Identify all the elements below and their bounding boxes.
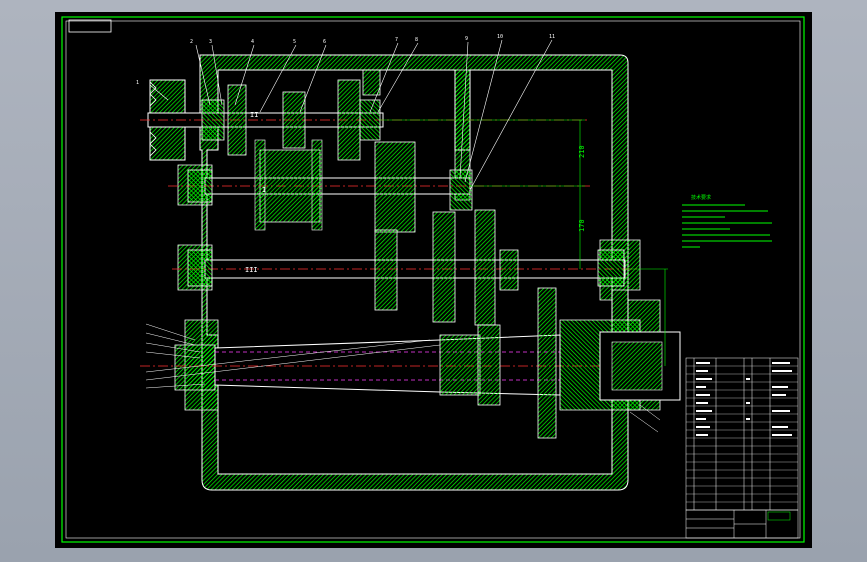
cad-drawing: 210 170 I II III 1 2 3 4 5 6 7 8 9 10 11 <box>55 12 812 548</box>
dimension-170: 170 <box>578 219 586 232</box>
callout-10: 10 <box>497 34 503 40</box>
callout-5: 5 <box>293 39 296 45</box>
callout-11: 11 <box>549 34 555 40</box>
callout-6: 6 <box>323 39 326 45</box>
shaft-label-iii: III <box>245 266 258 274</box>
cad-viewer: 210 170 I II III 1 2 3 4 5 6 7 8 9 10 11 <box>0 0 867 562</box>
callout-1: 1 <box>136 80 139 86</box>
dimension-210: 210 <box>578 145 586 158</box>
callout-9: 9 <box>465 36 468 42</box>
shaft-label-ii: II <box>250 111 258 119</box>
notes-title: 技术要求 <box>691 194 711 201</box>
shaft-label-i: I <box>262 186 266 194</box>
callout-8: 8 <box>415 37 418 43</box>
callout-2: 2 <box>190 39 193 45</box>
callout-7: 7 <box>395 37 398 43</box>
callout-3: 3 <box>209 39 212 45</box>
callout-4: 4 <box>251 39 254 45</box>
